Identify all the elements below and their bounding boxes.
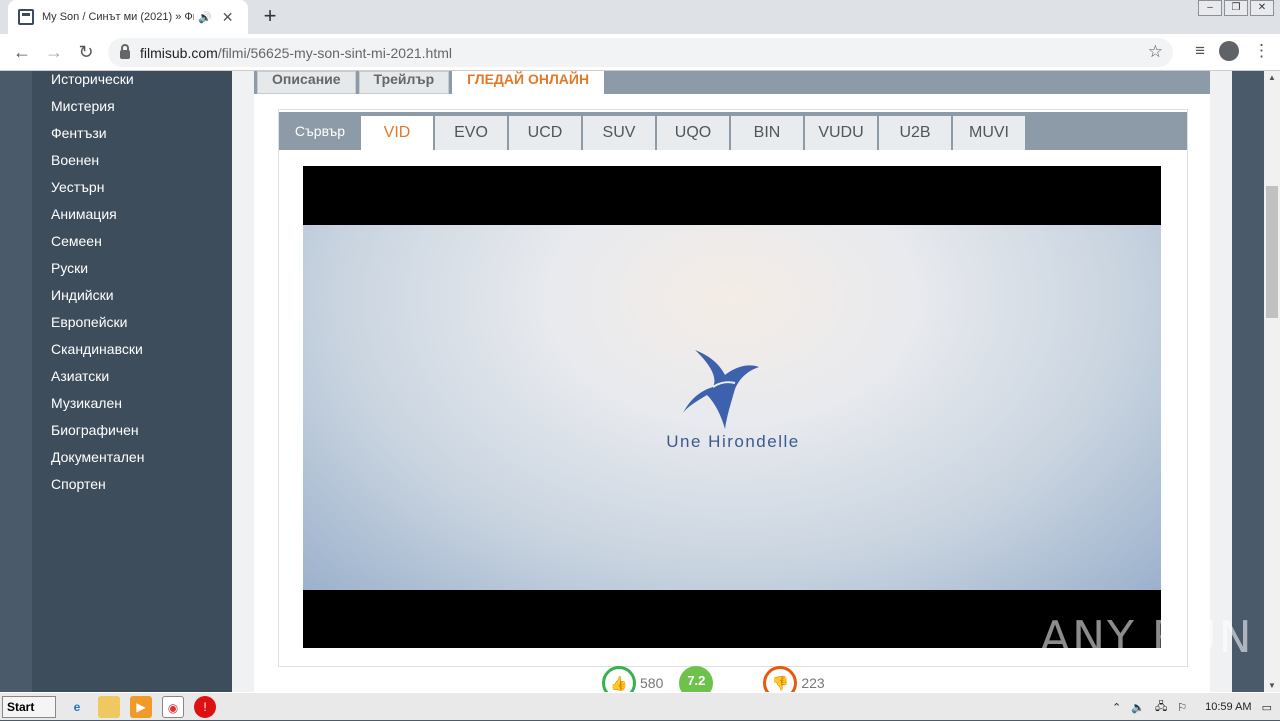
toolbar-actions: ≡ ⋮ — [1195, 41, 1270, 61]
menu-kebab-icon[interactable]: ⋮ — [1253, 41, 1270, 61]
scroll-up-arrow-icon[interactable]: ▲ — [1268, 73, 1276, 82]
movie-card: Описание Трейлър ГЛЕДАЙ ОНЛАЙН Сървър VI… — [254, 71, 1210, 700]
tab-title: My Son / Синът ми (2021) » Фил — [42, 11, 194, 23]
address-bar[interactable]: filmisub.com /filmi/56625-my-son-sint-mi… — [108, 38, 1173, 67]
sidebar-genre-item[interactable]: Исторически — [32, 71, 232, 98]
url-host: filmisub.com — [140, 44, 218, 61]
sidebar-genre-item[interactable]: Азиатски — [32, 368, 232, 395]
new-tab-button[interactable]: + — [258, 4, 282, 28]
show-desktop-icon[interactable]: ▭ — [1262, 701, 1272, 714]
server-tab[interactable]: U2B — [879, 116, 951, 150]
volume-icon[interactable]: 🔈 — [1131, 701, 1145, 714]
site-favicon-icon — [18, 9, 34, 25]
reload-button[interactable]: ↻ — [70, 42, 102, 63]
close-window-button[interactable]: ✕ — [1250, 0, 1274, 16]
sidebar-genre-item[interactable]: Руски — [32, 260, 232, 287]
sidebar-genre-item[interactable]: Скандинавски — [32, 341, 232, 368]
tab-close-icon[interactable]: ✕ — [222, 9, 234, 26]
server-tabs: Сървър VID EVO UCD SUV UQO BIN VUDU U2B MUVI — [279, 112, 1187, 150]
genre-sidebar: Исторически Мистерия Фентъзи Военен Уестърн А… — [32, 71, 232, 692]
brand-name: Une Hirondelle — [666, 432, 800, 451]
minimize-button[interactable]: – — [1198, 0, 1222, 16]
server-tab[interactable]: SUV — [583, 116, 655, 150]
main-content: Описание Трейлър ГЛЕДАЙ ОНЛАЙН Сървър VI… — [232, 71, 1232, 700]
lock-icon[interactable] — [120, 44, 130, 59]
windows-taskbar: Start e ▶ ◉ ! ⌃ 🔈 🖧 ⚐ 10:59 AM ▭ — [0, 692, 1280, 720]
browser-tab[interactable]: My Son / Синът ми (2021) » Фил 🔊 ✕ — [8, 0, 248, 34]
internet-explorer-icon[interactable]: e — [66, 696, 88, 718]
info-tabs: Описание Трейлър ГЛЕДАЙ ОНЛАЙН — [254, 71, 1210, 94]
action-center-flag-icon[interactable]: ⚐ — [1177, 701, 1187, 714]
back-button[interactable]: ← — [6, 42, 38, 63]
profile-avatar-icon[interactable] — [1219, 41, 1239, 61]
media-control-icon[interactable]: ≡ — [1195, 41, 1205, 61]
scroll-down-arrow-icon[interactable]: ▼ — [1268, 681, 1276, 690]
video-player[interactable]: Une Hirondelle — [303, 166, 1161, 648]
server-tab[interactable]: VID — [361, 116, 433, 150]
server-tab[interactable]: MUVI — [953, 116, 1025, 150]
scrollbar-thumb[interactable] — [1266, 186, 1278, 318]
anyrun-watermark: ANY RUN — [1040, 612, 1254, 663]
page-scrollbar[interactable]: ▲ ▼ — [1264, 71, 1280, 692]
system-tray: ⌃ 🔈 🖧 ⚐ 10:59 AM ▭ — [1112, 693, 1280, 721]
server-tab[interactable]: VUDU — [805, 116, 877, 150]
server-tab[interactable]: UCD — [509, 116, 581, 150]
sidebar-genre-item[interactable]: Мистерия — [32, 98, 232, 125]
sidebar-genre-item[interactable]: Индийски — [32, 287, 232, 314]
swallow-bird-icon — [683, 350, 759, 429]
url-path: /filmi/56625-my-son-sint-mi-2021.html — [217, 44, 452, 61]
sidebar-genre-item[interactable]: Семеен — [32, 233, 232, 260]
sidebar-genre-item[interactable]: Уестърн — [32, 179, 232, 206]
start-button[interactable]: Start — [2, 695, 56, 718]
page-left-gutter — [0, 71, 32, 692]
media-player-icon[interactable]: ▶ — [130, 695, 152, 718]
sidebar-genre-item[interactable]: Военен — [32, 152, 232, 179]
server-tab[interactable]: EVO — [435, 116, 507, 150]
dislike-count: 223 — [801, 675, 825, 691]
window-controls: – ❐ ✕ — [1198, 0, 1274, 16]
restore-button[interactable]: ❐ — [1224, 0, 1248, 16]
file-explorer-icon[interactable] — [98, 695, 120, 718]
forward-button[interactable]: → — [38, 42, 70, 63]
player-box: Сървър VID EVO UCD SUV UQO BIN VUDU U2B MUVI Une… — [278, 109, 1188, 667]
sidebar-genre-item[interactable]: Европейски — [32, 314, 232, 341]
like-count: 580 — [640, 675, 664, 691]
network-icon[interactable]: 🖧 — [1155, 698, 1167, 717]
opera-icon[interactable]: ! — [194, 695, 216, 718]
server-list: VID EVO UCD SUV UQO BIN VUDU U2B MUVI — [361, 116, 1027, 150]
chrome-icon[interactable]: ◉ — [162, 695, 184, 718]
server-tab[interactable]: UQO — [657, 116, 729, 150]
audio-playing-icon[interactable]: 🔊 — [198, 11, 212, 24]
browser-tabstrip: My Son / Синът ми (2021) » Фил 🔊 ✕ + – ❐… — [0, 0, 1280, 34]
video-frame[interactable]: Une Hirondelle — [303, 225, 1161, 590]
tray-expand-icon[interactable]: ⌃ — [1112, 701, 1121, 714]
sidebar-genre-item[interactable]: Биографичен — [32, 422, 232, 449]
genre-list: Исторически Мистерия Фентъзи Военен Уестърн А… — [32, 71, 232, 503]
server-label: Сървър — [294, 123, 346, 139]
server-tab[interactable]: BIN — [731, 116, 803, 150]
bookmark-star-icon[interactable]: ☆ — [1148, 42, 1163, 62]
clock[interactable]: 10:59 AM — [1205, 701, 1251, 713]
tab-description[interactable]: Описание — [257, 71, 356, 94]
sidebar-genre-item[interactable]: Документален — [32, 449, 232, 476]
tab-watch-online[interactable]: ГЛЕДАЙ ОНЛАЙН — [452, 71, 605, 94]
sidebar-genre-item[interactable]: Фентъзи — [32, 125, 232, 152]
sidebar-genre-item[interactable]: Спортен — [32, 476, 232, 503]
sidebar-genre-item[interactable]: Анимация — [32, 206, 232, 233]
tab-trailer[interactable]: Трейлър — [358, 71, 450, 94]
sidebar-genre-item[interactable]: Музикален — [32, 395, 232, 422]
brand-logo: Une Hirondelle — [643, 345, 823, 465]
page-right-gutter — [1232, 71, 1264, 692]
browser-toolbar: ← → ↻ filmisub.com /filmi/56625-my-son-s… — [0, 34, 1280, 71]
